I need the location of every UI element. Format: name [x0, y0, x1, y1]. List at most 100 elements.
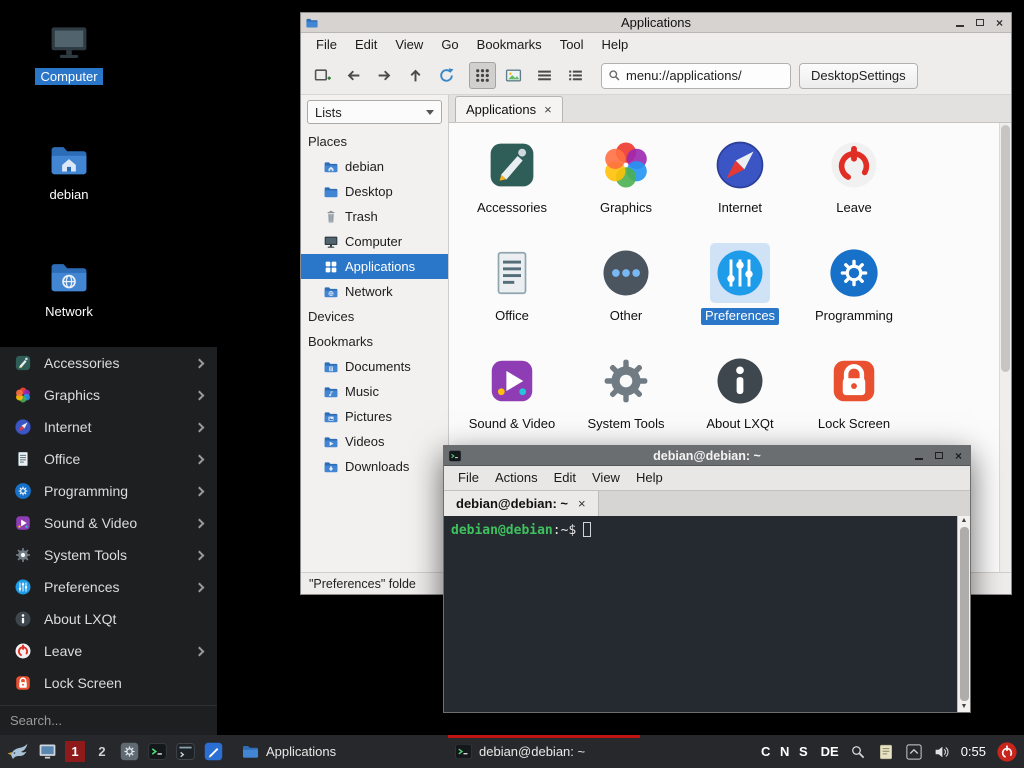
menu-actions[interactable]: Actions — [487, 466, 546, 490]
minimize-button[interactable] — [910, 448, 927, 463]
desktop-icon-computer[interactable]: Computer — [23, 20, 115, 86]
scrollbar[interactable] — [999, 123, 1011, 572]
close-button[interactable]: × — [991, 15, 1008, 30]
scroll-up-icon[interactable]: ▲ — [961, 516, 968, 526]
sidebar-item-computer[interactable]: Computer — [301, 229, 448, 254]
sidebar-item-desktop[interactable]: Desktop — [301, 179, 448, 204]
menu-item-leave[interactable]: Leave — [0, 635, 217, 667]
sidebar-item-documents[interactable]: Documents — [301, 354, 448, 379]
path-bar[interactable]: menu://applications/ — [601, 63, 791, 89]
back-button[interactable] — [340, 62, 367, 89]
menu-tool[interactable]: Tool — [551, 33, 593, 57]
fm-item-sound-video[interactable]: Sound & Video — [455, 351, 569, 459]
up-button[interactable] — [402, 62, 429, 89]
fm-titlebar[interactable]: Applications × — [301, 13, 1011, 33]
menu-item-accessories[interactable]: Accessories — [0, 347, 217, 379]
sidebar-item-videos[interactable]: Videos — [301, 429, 448, 454]
fm-item-programming[interactable]: Programming — [797, 243, 911, 351]
scrollbar[interactable]: ▲ ▼ — [957, 516, 970, 712]
sound-video-icon — [485, 354, 539, 408]
desktop-icon-debian[interactable]: debian — [23, 138, 115, 204]
terminal-tab[interactable]: debian@debian: ~ × — [444, 491, 599, 516]
search-input[interactable] — [10, 713, 207, 728]
sidebar-item-applications[interactable]: Applications — [301, 254, 448, 279]
fm-item-accessories[interactable]: Accessories — [455, 135, 569, 243]
fm-item-about-lxqt[interactable]: About LXQt — [683, 351, 797, 459]
minimize-button[interactable] — [951, 15, 968, 30]
menu-edit[interactable]: Edit — [546, 466, 584, 490]
sidebar-item-pictures[interactable]: Pictures — [301, 404, 448, 429]
submenu-arrow-icon — [195, 486, 205, 496]
clipboard-icon[interactable] — [877, 743, 895, 761]
screenshot-icon[interactable] — [849, 743, 867, 761]
menu-help[interactable]: Help — [628, 466, 671, 490]
tab-close-icon[interactable]: × — [578, 496, 586, 511]
terminal-content[interactable]: debian@debian:~$ ▲ ▼ — [444, 516, 970, 712]
quicklaunch-terminal-2[interactable] — [175, 741, 196, 762]
menu-edit[interactable]: Edit — [346, 33, 386, 57]
sidebar-item-music[interactable]: Music — [301, 379, 448, 404]
fm-item-leave[interactable]: Leave — [797, 135, 911, 243]
power-button[interactable] — [996, 741, 1018, 763]
new-window-button[interactable] — [309, 62, 336, 89]
desktop-icon-network[interactable]: Network — [23, 255, 115, 321]
tab-applications[interactable]: Applications × — [455, 96, 563, 122]
quicklaunch-editor[interactable] — [203, 741, 224, 762]
menu-item-office[interactable]: Office — [0, 443, 217, 475]
menu-item-preferences[interactable]: Preferences — [0, 571, 217, 603]
sidebar-item-downloads[interactable]: Downloads — [301, 454, 448, 479]
fm-item-internet[interactable]: Internet — [683, 135, 797, 243]
sidebar-item-trash[interactable]: Trash — [301, 204, 448, 229]
thumbnail-view-button[interactable] — [500, 62, 527, 89]
forward-button[interactable] — [371, 62, 398, 89]
menu-item-sound-video[interactable]: Sound & Video — [0, 507, 217, 539]
quicklaunch-terminal[interactable] — [147, 741, 168, 762]
menu-item-about-lxqt[interactable]: About LXQt — [0, 603, 217, 635]
workspace-1[interactable]: 1 — [65, 741, 85, 762]
menu-bookmarks[interactable]: Bookmarks — [468, 33, 551, 57]
fm-item-office[interactable]: Office — [455, 243, 569, 351]
icon-view-button[interactable] — [469, 62, 496, 89]
refresh-button[interactable] — [433, 62, 460, 89]
fm-sidebar: Lists Places debian Desktop Trash Comput… — [301, 95, 449, 572]
menu-item-graphics[interactable]: Graphics — [0, 379, 217, 411]
menu-file[interactable]: File — [450, 466, 487, 490]
terminal-titlebar[interactable]: debian@debian: ~ × — [444, 446, 970, 466]
task-terminal[interactable]: debian@debian: ~ — [448, 735, 640, 768]
detailed-view-button[interactable] — [562, 62, 589, 89]
maximize-button[interactable] — [930, 448, 947, 463]
menu-go[interactable]: Go — [432, 33, 467, 57]
task-file-manager[interactable]: Applications — [235, 735, 427, 768]
menu-item-system-tools[interactable]: System Tools — [0, 539, 217, 571]
fm-item-graphics[interactable]: Graphics — [569, 135, 683, 243]
menu-view[interactable]: View — [386, 33, 432, 57]
menu-item-programming[interactable]: Programming — [0, 475, 217, 507]
fm-item-preferences[interactable]: Preferences — [683, 243, 797, 351]
compact-view-button[interactable] — [531, 62, 558, 89]
tab-close-icon[interactable]: × — [544, 102, 552, 117]
start-menu-button[interactable] — [6, 740, 30, 764]
menu-item-lock-screen[interactable]: Lock Screen — [0, 667, 217, 699]
sidebar-mode-select[interactable]: Lists — [307, 100, 442, 124]
scroll-down-icon[interactable]: ▼ — [961, 702, 968, 712]
panel-expand-icon[interactable] — [905, 743, 923, 761]
keyboard-layout[interactable]: DE — [821, 744, 839, 759]
quicklaunch-settings[interactable] — [119, 741, 140, 762]
fm-item-lock-screen[interactable]: Lock Screen — [797, 351, 911, 459]
sidebar-item-network[interactable]: Network — [301, 279, 448, 304]
menu-view[interactable]: View — [584, 466, 628, 490]
maximize-button[interactable] — [971, 15, 988, 30]
volume-icon[interactable] — [933, 743, 951, 761]
menu-help[interactable]: Help — [593, 33, 638, 57]
menu-file[interactable]: File — [307, 33, 346, 57]
close-button[interactable]: × — [950, 448, 967, 463]
show-desktop-button[interactable] — [37, 741, 58, 762]
workspace-2[interactable]: 2 — [92, 741, 112, 762]
scroll-thumb[interactable] — [960, 527, 969, 701]
menu-item-internet[interactable]: Internet — [0, 411, 217, 443]
sidebar-item-debian[interactable]: debian — [301, 154, 448, 179]
desktop-settings-button[interactable]: DesktopSettings — [799, 63, 918, 89]
fm-item-system-tools[interactable]: System Tools — [569, 351, 683, 459]
clock[interactable]: 0:55 — [961, 744, 986, 759]
fm-item-other[interactable]: Other — [569, 243, 683, 351]
